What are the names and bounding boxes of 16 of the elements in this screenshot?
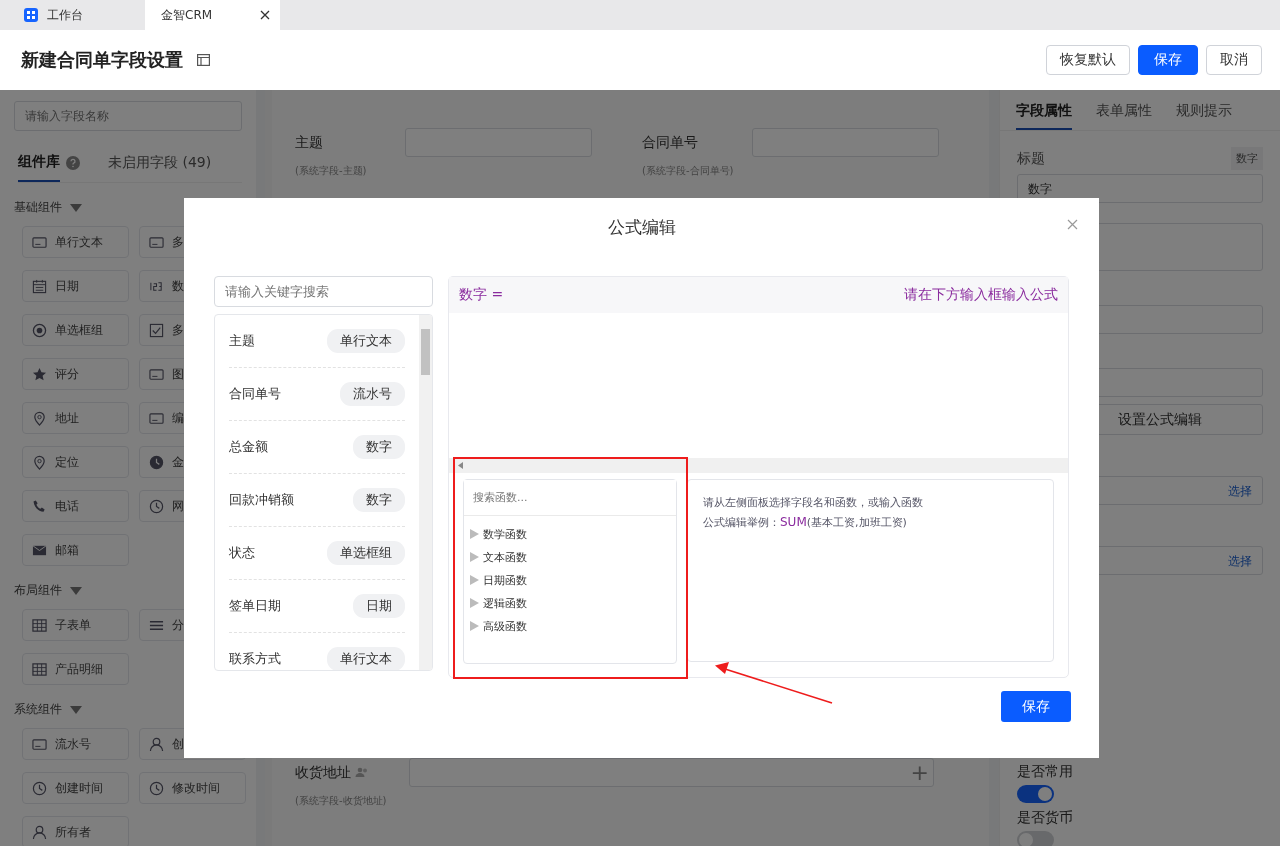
group-title: 系统组件 (14, 701, 62, 718)
group-title: 布局组件 (14, 582, 62, 599)
toggle-label: 是否货币 (1017, 809, 1073, 827)
help-text: 请从左侧面板选择字段名和函数，或输入函数 (703, 495, 924, 510)
field-label: 合同单号 (642, 133, 699, 152)
toggle-label: 是否常用 (1017, 763, 1073, 781)
formula-target: 数字 = (459, 286, 504, 304)
field-label: 主题 (295, 133, 324, 152)
field-label: 标题 (1017, 149, 1045, 168)
formula-hint: 请在下方输入框输入公式 (904, 286, 1058, 304)
field-label: 收货地址 (295, 763, 351, 782)
dialog-title: 公式编辑 (606, 216, 677, 239)
example-text: 公式编辑举例：SUM(基本工资,加班工资) (703, 515, 908, 530)
type-tag: 数字 (1231, 147, 1263, 170)
group-title: 基础组件 (14, 199, 62, 216)
page-title: 新建合同单字段设置 (21, 48, 183, 72)
